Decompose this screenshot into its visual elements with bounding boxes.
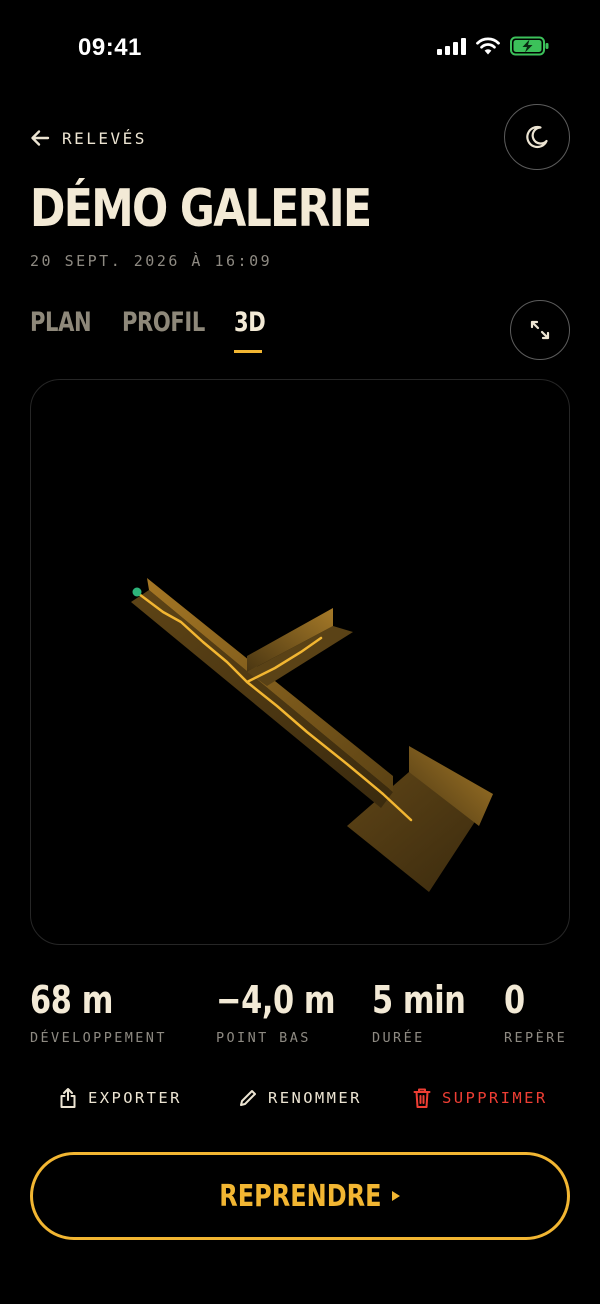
signal-icon <box>437 37 466 55</box>
stat-lowest-point-label: POINT BAS <box>216 1030 311 1046</box>
arrow-left-icon <box>31 130 50 146</box>
stat-lowest-point-value: −4,0 m <box>216 978 336 1022</box>
tab-3d[interactable]: 3D <box>234 302 284 356</box>
stat-lowest-point: −4,0 m POINT BAS <box>216 976 365 1046</box>
3d-survey-model[interactable] <box>31 380 570 945</box>
stat-development: 68 m DÉVELOPPEMENT <box>30 976 167 1046</box>
resume-button[interactable]: REPRENDRE <box>30 1152 570 1240</box>
tab-3d-label: 3D <box>234 307 266 338</box>
stat-markers-value: 0 <box>504 978 525 1022</box>
moon-icon <box>526 125 548 149</box>
active-tab-indicator <box>234 350 262 353</box>
back-label: RELEVÉS <box>62 128 147 148</box>
view-tabs: PLAN PROFIL 3D <box>30 302 284 358</box>
tab-plan-label: PLAN <box>30 307 92 338</box>
tab-plan[interactable]: PLAN <box>30 302 122 356</box>
status-bar: 09:41 <box>0 0 600 96</box>
expand-button[interactable] <box>510 300 570 360</box>
passage-wall <box>147 578 393 792</box>
stat-markers-label: REPÈRE <box>504 1030 568 1046</box>
passage-floor <box>131 590 393 808</box>
expand-icon <box>530 320 550 340</box>
delete-button[interactable]: SUPPRIMER <box>412 1080 548 1116</box>
battery-charging-icon <box>510 36 549 56</box>
rename-button[interactable]: RENOMMER <box>238 1080 362 1116</box>
stats-row: 68 m DÉVELOPPEMENT −4,0 m POINT BAS 5 mi… <box>0 976 600 1056</box>
page-title: DÉMO GALERIE <box>30 179 372 239</box>
status-time: 09:41 <box>78 34 142 61</box>
theme-toggle-button[interactable] <box>504 104 570 170</box>
stat-markers: 0 REPÈRE <box>504 976 567 1046</box>
stat-duration-label: DURÉE <box>372 1030 425 1046</box>
delete-label: SUPPRIMER <box>442 1089 548 1107</box>
tab-profil-label: PROFIL <box>122 307 205 338</box>
tab-profil[interactable]: PROFIL <box>122 302 234 356</box>
start-marker <box>132 587 142 597</box>
trash-icon <box>413 1088 431 1108</box>
stat-duration: 5 min DURÉE <box>372 976 489 1046</box>
share-icon <box>60 1088 76 1108</box>
rename-label: RENOMMER <box>268 1089 362 1107</box>
page-subtitle: 20 SEPT. 2026 À 16:09 <box>30 252 273 270</box>
actions-row: EXPORTER RENOMMER SUPPRIMER <box>0 1080 600 1116</box>
stat-development-value: 68 m <box>30 978 113 1022</box>
3d-viewport[interactable] <box>30 379 570 945</box>
play-icon <box>392 1191 401 1201</box>
back-link[interactable]: RELEVÉS <box>30 122 147 154</box>
resume-label: REPRENDRE <box>218 1178 382 1214</box>
stat-duration-value: 5 min <box>372 978 466 1022</box>
stat-development-label: DÉVELOPPEMENT <box>30 1030 167 1046</box>
pencil-icon <box>240 1090 256 1106</box>
export-label: EXPORTER <box>88 1089 182 1107</box>
wifi-icon <box>476 37 500 55</box>
export-button[interactable]: EXPORTER <box>58 1080 182 1116</box>
status-icons <box>437 36 550 56</box>
